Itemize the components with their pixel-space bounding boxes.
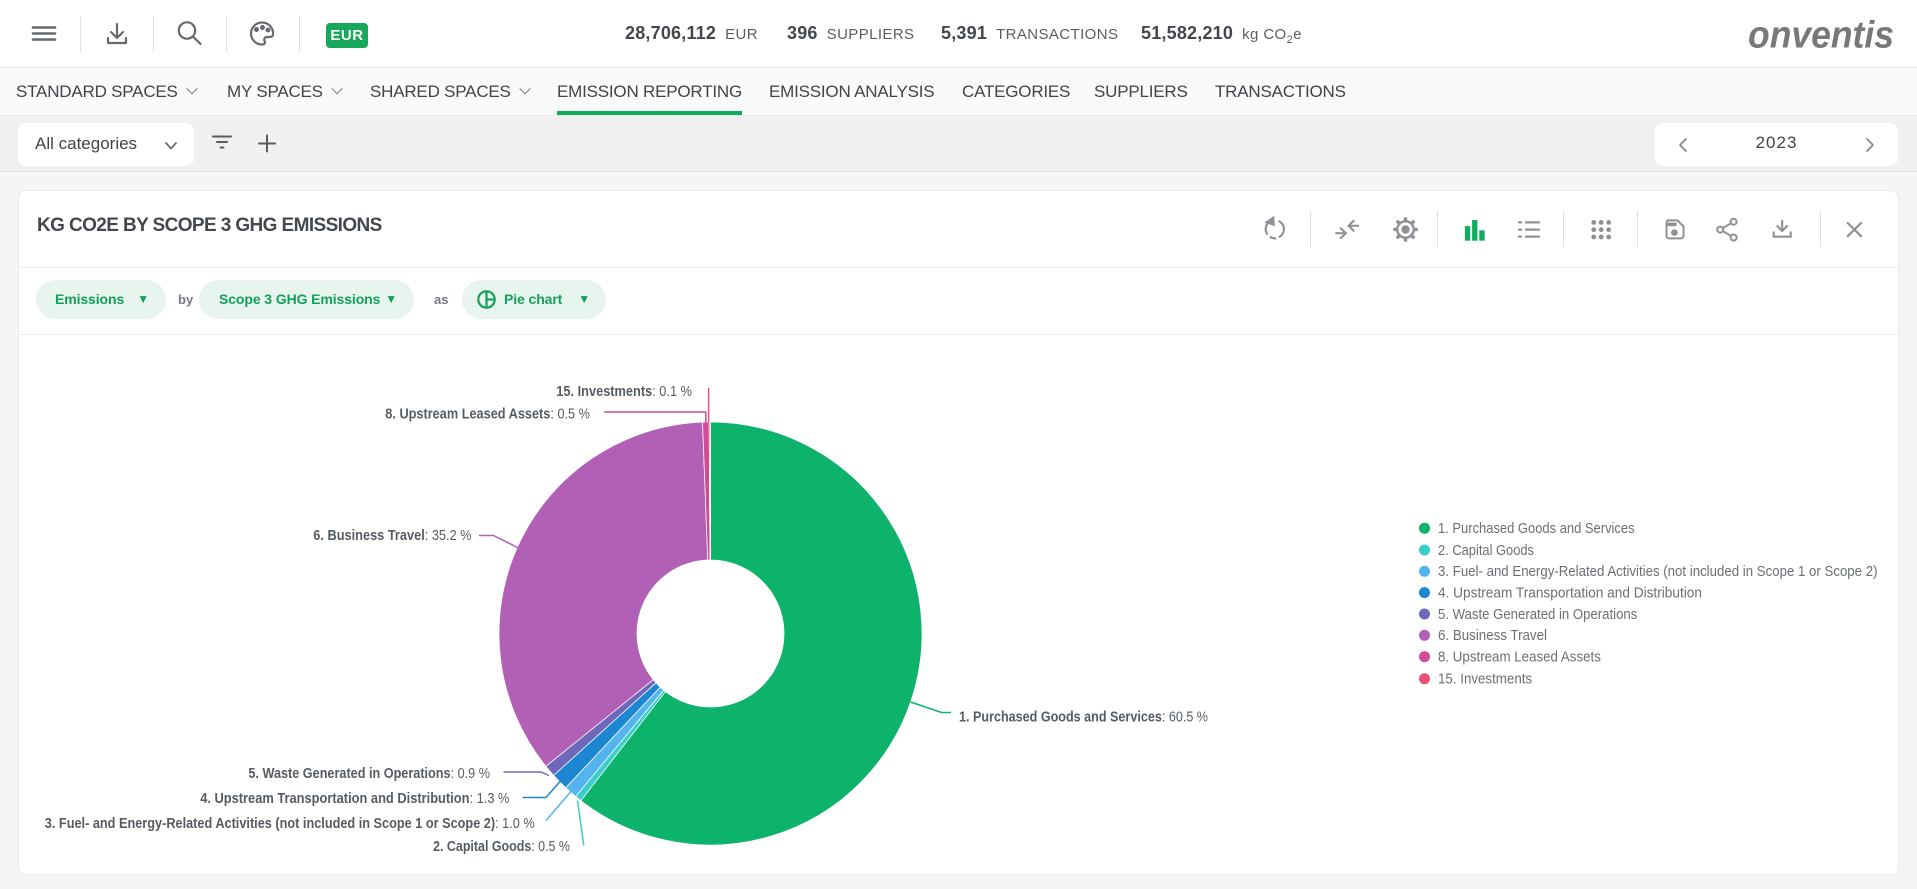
- svg-text:4. Upstream Transportation and: 4. Upstream Transportation and Distribut…: [200, 791, 509, 807]
- svg-text:3. Fuel- and Energy-Related Ac: 3. Fuel- and Energy-Related Activities (…: [1438, 564, 1878, 580]
- svg-text:6. Business Travel: 6. Business Travel: [1438, 628, 1547, 644]
- svg-text:4. Upstream Transportation and: 4. Upstream Transportation and Distribut…: [1438, 585, 1702, 601]
- svg-text:1. Purchased Goods and Service: 1. Purchased Goods and Services: [1438, 521, 1635, 537]
- svg-text:15. Investments: 15. Investments: [1438, 672, 1532, 688]
- svg-text:1. Purchased Goods and Service: 1. Purchased Goods and Services: 60.5 %: [959, 710, 1208, 726]
- svg-text:onventis: onventis: [1748, 15, 1894, 57]
- svg-text:6. Business Travel: 35.2 %: 6. Business Travel: 35.2 %: [313, 528, 471, 544]
- svg-text:2. Capital Goods: 0.5 %: 2. Capital Goods: 0.5 %: [433, 839, 570, 855]
- svg-text:2. Capital Goods: 2. Capital Goods: [1438, 543, 1534, 559]
- svg-text:15. Investments: 0.1 %: 15. Investments: 0.1 %: [556, 384, 692, 400]
- svg-text:3. Fuel- and Energy-Related Ac: 3. Fuel- and Energy-Related Activities (…: [45, 816, 535, 832]
- svg-text:5. Waste Generated in Operatio: 5. Waste Generated in Operations: 0.9 %: [248, 766, 490, 782]
- svg-text:5. Waste Generated in Operatio: 5. Waste Generated in Operations: [1438, 607, 1637, 623]
- svg-text:8. Upstream Leased Assets: 0.5: 8. Upstream Leased Assets: 0.5 %: [385, 407, 590, 423]
- svg-text:8. Upstream Leased Assets: 8. Upstream Leased Assets: [1438, 650, 1601, 666]
